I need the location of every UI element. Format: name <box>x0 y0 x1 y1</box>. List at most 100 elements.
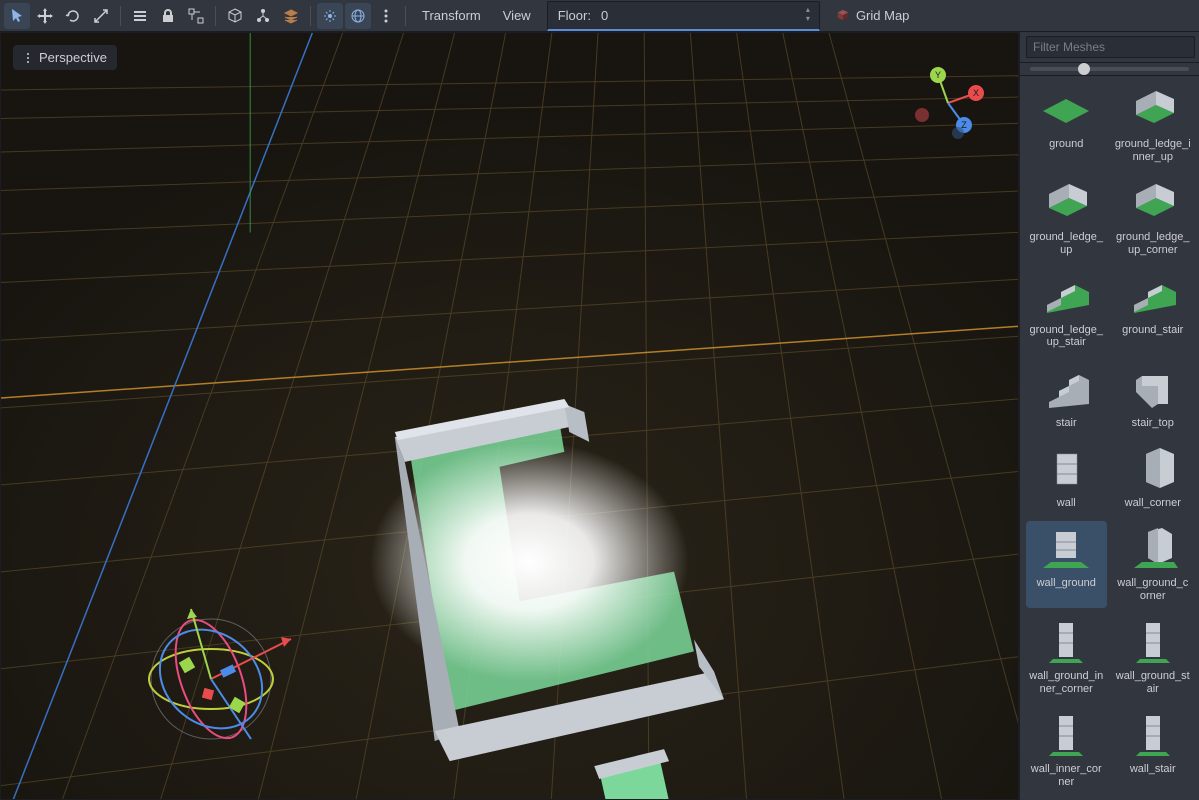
mesh-item-label: ground_stair <box>1122 324 1183 337</box>
group-tool-button[interactable] <box>183 3 209 29</box>
mesh-item-label: wall_corner <box>1125 497 1181 510</box>
mesh-item-wall_ground_corner[interactable]: wall_ground_corner <box>1113 521 1194 608</box>
viewport-3d[interactable]: Perspective X Y Z <box>0 32 1019 800</box>
svg-text:X: X <box>973 88 979 98</box>
mesh-item-wall_ground[interactable]: wall_ground <box>1026 521 1107 608</box>
list-tool-button[interactable] <box>127 3 153 29</box>
mesh-thumb-icon <box>1038 179 1094 227</box>
gridmap-icon <box>836 9 850 23</box>
cursor-icon <box>9 8 25 24</box>
mesh-item-label: ground_ledge_inner_up <box>1115 138 1192 163</box>
group-icon <box>188 8 204 24</box>
perspective-label: Perspective <box>39 50 107 65</box>
mesh-item-label: stair_top <box>1132 417 1174 430</box>
mesh-item-wall_stair[interactable]: wall_stair <box>1113 707 1194 794</box>
cube-tool-button[interactable] <box>222 3 248 29</box>
dots-vertical-icon <box>23 51 33 65</box>
mesh-item-label: wall_ground_inner_corner <box>1028 670 1105 695</box>
chevron-down-icon[interactable]: ▾ <box>801 15 815 24</box>
floor-label: Floor: <box>548 8 601 23</box>
mesh-thumb-icon <box>1125 711 1181 759</box>
filter-row <box>1020 32 1199 63</box>
mesh-item-ground_ledge_up_corner[interactable]: ground_ledge_up_corner <box>1113 175 1194 262</box>
hierarchy-icon <box>255 8 271 24</box>
mesh-thumb-icon <box>1125 365 1181 413</box>
mesh-thumb-icon <box>1038 272 1094 320</box>
mesh-item-label: wall_ground <box>1037 577 1096 590</box>
kebab-menu-button[interactable] <box>373 3 399 29</box>
mesh-item-ground_ledge_up[interactable]: ground_ledge_up <box>1026 175 1107 262</box>
mesh-thumb-icon <box>1038 618 1094 666</box>
layers-icon <box>283 8 299 24</box>
lock-tool-button[interactable] <box>155 3 181 29</box>
cube-icon <box>227 8 243 24</box>
mesh-thumb-icon <box>1038 525 1094 573</box>
mesh-item-ground_ledge_up_stair[interactable]: ground_ledge_up_stair <box>1026 268 1107 355</box>
main-area: Perspective X Y Z <box>0 32 1199 800</box>
top-toolbar: Transform View Floor: ▴ ▾ Grid Map <box>0 0 1199 32</box>
view-menu[interactable]: View <box>493 3 541 29</box>
rotate-icon <box>65 8 81 24</box>
mesh-item-label: ground_ledge_up_stair <box>1028 324 1105 349</box>
scale-tool-button[interactable] <box>88 3 114 29</box>
gridmap-label: Grid Map <box>856 8 909 23</box>
snap-global-button[interactable] <box>345 3 371 29</box>
mesh-item-stair[interactable]: stair <box>1026 361 1107 435</box>
reparent-tool-button[interactable] <box>278 3 304 29</box>
mesh-library-panel: ground ground_ledge_inner_up ground_ledg… <box>1019 32 1199 800</box>
thumbnail-zoom-slider[interactable] <box>1020 63 1199 76</box>
svg-text:Z: Z <box>961 120 967 130</box>
toolbar-separator <box>120 6 121 26</box>
mesh-item-label: wall <box>1057 497 1076 510</box>
mesh-thumb-icon <box>1125 618 1181 666</box>
floor-spinbox[interactable]: Floor: ▴ ▾ <box>547 1 820 31</box>
mesh-thumb-icon <box>1038 445 1094 493</box>
toolbar-separator <box>215 6 216 26</box>
transform-menu[interactable]: Transform <box>412 3 491 29</box>
mesh-thumb-icon <box>1125 445 1181 493</box>
floor-input[interactable] <box>601 8 801 23</box>
dots-vertical-icon <box>378 8 394 24</box>
rotation-gizmo[interactable] <box>121 589 301 769</box>
mesh-grid: ground ground_ledge_inner_up ground_ledg… <box>1020 76 1199 800</box>
snap-local-button[interactable] <box>317 3 343 29</box>
floor-spinner[interactable]: ▴ ▾ <box>801 6 815 24</box>
toolbar-separator <box>310 6 311 26</box>
mesh-item-label: ground <box>1049 138 1083 151</box>
mesh-item-wall_ground_inner_corner[interactable]: wall_ground_inner_corner <box>1026 614 1107 701</box>
mesh-item-wall_ground_stair[interactable]: wall_ground_stair <box>1113 614 1194 701</box>
list-icon <box>132 8 148 24</box>
gridmap-menu[interactable]: Grid Map <box>826 3 919 29</box>
scale-icon <box>93 8 109 24</box>
mesh-item-wall_inner_corner[interactable]: wall_inner_corner <box>1026 707 1107 794</box>
snap-local-icon <box>322 8 338 24</box>
filter-meshes-input[interactable] <box>1026 36 1195 58</box>
mesh-thumb-icon <box>1125 272 1181 320</box>
mesh-thumb-icon <box>1125 525 1181 573</box>
lock-icon <box>160 8 176 24</box>
svg-text:Y: Y <box>935 70 941 80</box>
mesh-item-label: wall_ground_stair <box>1115 670 1192 695</box>
mesh-item-ground[interactable]: ground <box>1026 82 1107 169</box>
globe-icon <box>350 8 366 24</box>
mesh-item-label: wall_stair <box>1130 763 1176 776</box>
mesh-item-ground_stair[interactable]: ground_stair <box>1113 268 1194 355</box>
select-tool-button[interactable] <box>4 3 30 29</box>
mesh-item-label: wall_inner_corner <box>1028 763 1105 788</box>
move-icon <box>37 8 53 24</box>
mesh-thumb-icon <box>1125 179 1181 227</box>
perspective-toggle[interactable]: Perspective <box>13 45 117 70</box>
mesh-item-stair_top[interactable]: stair_top <box>1113 361 1194 435</box>
toolbar-separator <box>405 6 406 26</box>
mesh-item-wall[interactable]: wall <box>1026 441 1107 515</box>
mesh-item-label: stair <box>1056 417 1077 430</box>
mesh-item-ground_ledge_inner_up[interactable]: ground_ledge_inner_up <box>1113 82 1194 169</box>
rotate-tool-button[interactable] <box>60 3 86 29</box>
mesh-item-wall_corner[interactable]: wall_corner <box>1113 441 1194 515</box>
mesh-thumb-icon <box>1038 365 1094 413</box>
mesh-thumb-icon <box>1038 86 1094 134</box>
axis-gizmo[interactable]: X Y Z <box>908 63 988 143</box>
hierarchy-tool-button[interactable] <box>250 3 276 29</box>
mesh-item-label: wall_ground_corner <box>1115 577 1192 602</box>
move-tool-button[interactable] <box>32 3 58 29</box>
